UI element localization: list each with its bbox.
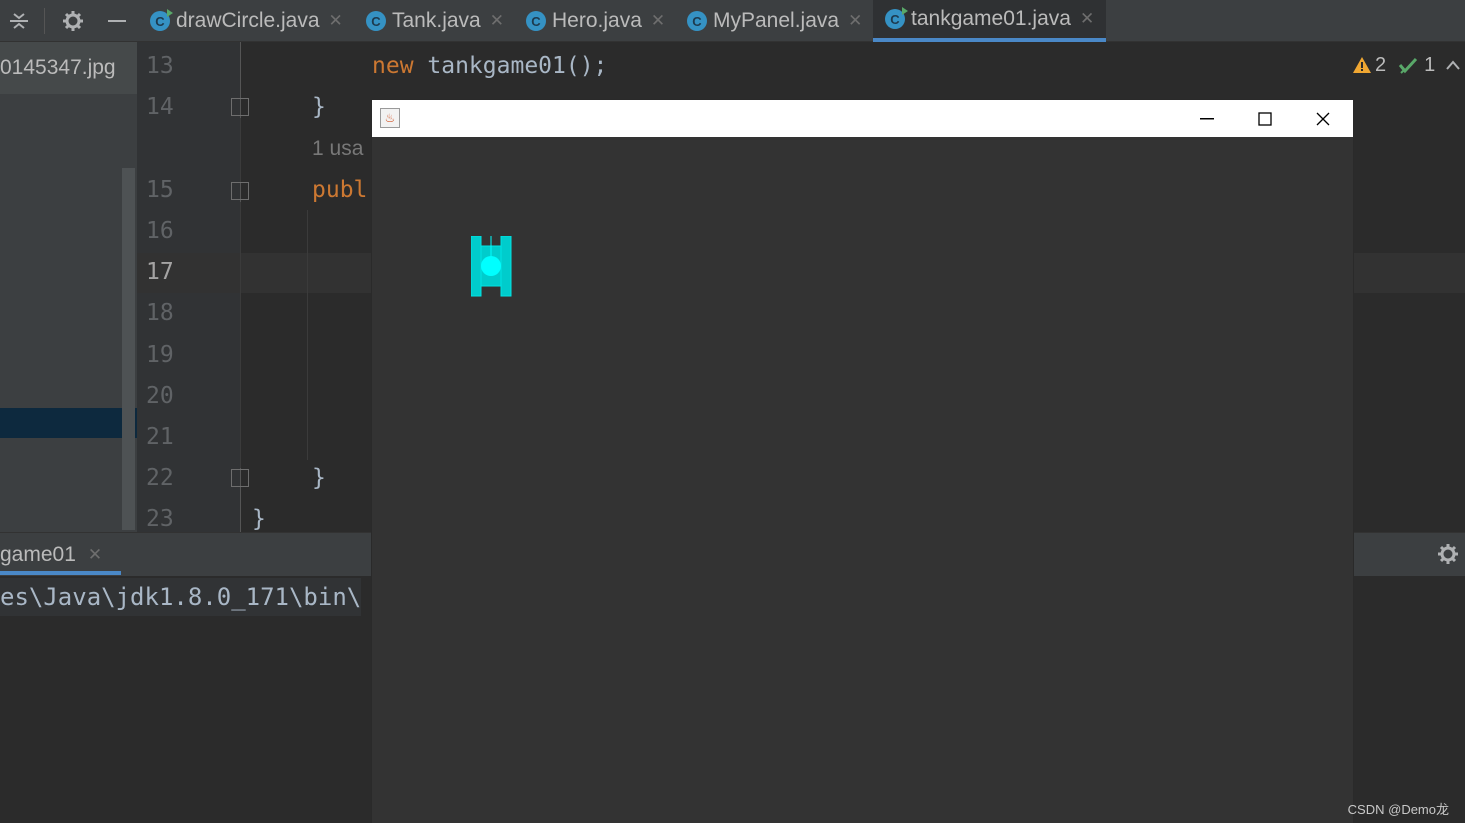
line-number: 21 [146,424,174,450]
line-number: 20 [146,383,174,409]
indent-guide [307,210,308,460]
tab-label: Hero.java [552,9,642,32]
line-number: 14 [146,94,174,120]
code-line-23: } [252,506,266,532]
swing-window[interactable]: ♨ [371,99,1354,823]
tab-hero[interactable]: C Hero.java ✕ [526,0,665,42]
fold-marker-icon[interactable] [231,182,249,200]
run-tab-label: game01 [0,543,76,566]
close-icon[interactable]: ✕ [490,11,504,31]
tab-label: MyPanel.java [713,9,840,32]
tab-label: tankgame01.java [911,7,1071,30]
class-icon: C [687,11,707,31]
toolbar-divider [44,8,45,34]
project-file-item[interactable]: 0145347.jpg [0,42,137,94]
indent-guide [240,202,241,468]
tab-label: drawCircle.java [176,9,320,32]
tab-mypanel[interactable]: C MyPanel.java ✕ [687,0,862,42]
code-token: tankgame01(); [413,53,608,79]
class-icon: C [885,7,908,29]
inspections-widget[interactable]: 2 1 [1352,52,1461,78]
close-icon [1316,112,1330,125]
line-number: 16 [146,218,174,244]
gear-icon[interactable] [58,6,88,36]
ok-count: 1 [1424,53,1436,76]
tab-tank[interactable]: C Tank.java ✕ [366,0,504,42]
console-command-line: es\Java\jdk1.8.0_171\bin\ [0,578,362,616]
fold-marker-icon[interactable] [231,469,249,487]
minimize-icon[interactable] [104,6,130,36]
keyword-token: new [372,53,414,79]
indent-guide [240,118,241,182]
window-minimize-button[interactable] [1178,100,1236,137]
project-scrollbar[interactable] [122,168,135,530]
close-icon[interactable]: ✕ [1080,9,1094,29]
warning-icon [1353,57,1371,73]
editor-tab-bar: C drawCircle.java ✕ C Tank.java ✕ C Hero… [0,0,1465,42]
maximize-icon [1258,111,1272,126]
chevron-up-icon[interactable] [1445,59,1461,71]
check-icon [1398,57,1418,74]
gear-icon[interactable] [1437,543,1459,570]
line-number-current: 17 [146,259,174,285]
line-number: 23 [146,506,174,532]
close-icon[interactable]: ✕ [329,11,343,31]
watermark: CSDN @Demo龙 [1347,802,1449,817]
close-icon[interactable]: ✕ [651,11,665,31]
class-icon: C [526,11,546,31]
tab-label: Tank.java [392,9,481,32]
close-icon[interactable]: ✕ [88,545,102,565]
tab-drawcircle[interactable]: C drawCircle.java ✕ [150,0,343,42]
line-number: 22 [146,465,174,491]
project-file-label: 0145347.jpg [0,56,116,79]
window-title-bar[interactable]: ♨ [372,100,1353,137]
close-icon[interactable]: ✕ [848,11,862,31]
line-number: 19 [146,342,174,368]
project-selected-row[interactable] [0,408,137,438]
collapse-icon[interactable] [4,6,34,36]
project-panel: 0145347.jpg [0,42,137,532]
class-icon: C [150,9,173,31]
line-number: 18 [146,300,174,326]
tank-sprite [471,236,512,297]
game-panel[interactable] [372,137,1353,823]
line-number: 13 [146,53,174,79]
minimize-icon [1200,117,1214,119]
tab-tankgame01[interactable]: C tankgame01.java ✕ [873,0,1107,42]
fold-marker-icon[interactable] [231,98,249,116]
class-icon: C [366,11,386,31]
warning-count: 2 [1375,53,1387,76]
run-tab[interactable]: game01 ✕ [0,540,102,570]
run-tab-underline [0,571,121,575]
code-line-22: } [312,465,326,491]
line-number: 15 [146,177,174,203]
code-line-14: } [312,94,326,120]
window-close-button[interactable] [1294,100,1352,137]
java-app-icon: ♨ [380,108,400,128]
usages-hint[interactable]: 1 usa [312,137,363,161]
code-line-15: publ [312,177,368,203]
code-line-13: new tankgame01(); [372,53,607,79]
window-maximize-button[interactable] [1236,100,1294,137]
